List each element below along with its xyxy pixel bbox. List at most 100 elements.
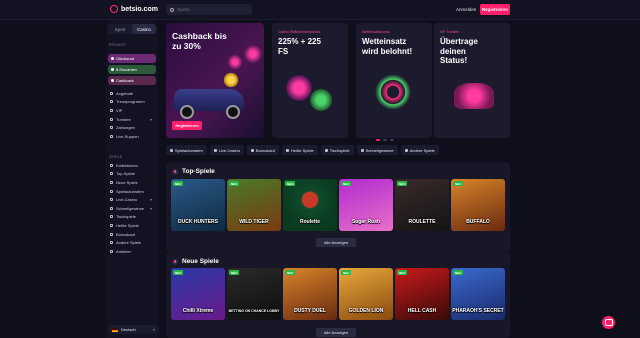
sidebar-section-label: PROMOS <box>109 43 126 47</box>
tab-live-casino[interactable]: Live-Casino <box>209 145 244 155</box>
sidebar-item-payments[interactable]: Zahlungen <box>110 123 158 132</box>
tab-quick-wins[interactable]: Schnellgewinne <box>356 145 398 155</box>
coins-decoration <box>222 73 240 87</box>
fire-icon <box>110 172 113 176</box>
sidebar-item-other-games[interactable]: Andere Spiele <box>110 238 158 247</box>
tab-bonus-buy[interactable]: Bonuskauf <box>246 145 279 155</box>
sidebar-item-hot-games[interactable]: Heiße Spiele <box>110 221 158 230</box>
game-tile[interactable]: NEU BETTING ON CHANCE LOBBY <box>227 268 281 320</box>
lightning-icon <box>110 206 113 210</box>
slot-icon <box>170 148 173 152</box>
sidebar-section-label: SPIELE <box>109 155 123 159</box>
sidebar-menu-top: Angebote Treueprogramm VIP Turniere ▾ Zah… <box>110 89 158 141</box>
game-tile[interactable]: NEU PHARAOH'S SECRET <box>451 268 505 320</box>
promo-title: Übertrage deinen Status! <box>440 37 478 65</box>
sidebar-item-tournaments[interactable]: Turniere ▾ <box>110 115 158 124</box>
game-tile[interactable]: NEU WILD TIGER <box>227 179 281 231</box>
sidebar-item-loyalty[interactable]: Treueprogramm <box>110 98 158 107</box>
sidebar-item-table-games[interactable]: Tischspiele <box>110 213 158 222</box>
palm-decoration <box>242 43 264 65</box>
roulette-wheel-illustration <box>372 71 414 113</box>
new-games-section: Neue Spiele NEU Chilli Xtreme NEU BETTING … <box>166 252 510 338</box>
promo-title: Cashback bis zu 30% <box>172 31 227 51</box>
carousel-dot[interactable] <box>383 139 387 141</box>
search-input[interactable] <box>177 7 247 12</box>
sidebar-item-slots[interactable]: Spielautomaten <box>110 187 158 196</box>
chevron-down-icon: ▾ <box>149 197 152 203</box>
carousel-dot[interactable] <box>390 139 394 141</box>
game-tile[interactable]: NEU BUFFALO <box>451 179 505 231</box>
game-tile[interactable]: NEU HELL CASH <box>395 268 449 320</box>
logo-text: betsio.com <box>121 5 158 13</box>
game-tile[interactable]: NEU Chilli Xtreme <box>171 268 225 320</box>
promo-vip-transfer[interactable]: VIP Transfer Übertrage deinen Status! <box>434 23 510 138</box>
promo-cashback-banner[interactable]: Cashback bis zu 30% Registrieren <box>166 23 264 138</box>
cards-icon <box>324 148 328 152</box>
game-tile[interactable]: NEU ROULETTE <box>395 179 449 231</box>
sidebar-item-new-games[interactable]: Neue Spiele <box>110 178 158 187</box>
wheel-icon <box>111 57 114 60</box>
germany-flag-icon <box>112 327 118 332</box>
tab-slots[interactable]: Spielautomaten <box>166 145 207 155</box>
chevron-down-icon: ▾ <box>149 116 152 122</box>
sidebar-item-offers[interactable]: Angebote <box>110 89 158 98</box>
dice-icon <box>110 241 113 245</box>
tab-other-games[interactable]: Andere Spiele <box>400 145 439 155</box>
headset-icon <box>110 134 113 138</box>
chat-support-button[interactable] <box>602 316 615 329</box>
star-icon <box>110 100 113 104</box>
toggle-casino[interactable]: Casino <box>132 24 156 34</box>
game-tile[interactable]: NEU DUSTY DUEL <box>283 268 337 320</box>
sidebar-item-bonus-buy[interactable]: Bonuskauf <box>110 230 158 239</box>
gift-illustration <box>310 89 332 111</box>
promo-register-button[interactable]: Registrieren <box>172 121 202 130</box>
sport-casino-toggle: Sport Casino <box>108 24 156 34</box>
tab-hot-games[interactable]: Heiße Spiele <box>281 145 318 155</box>
sidebar-pill-cashback[interactable]: Cashback <box>108 76 156 85</box>
new-icon <box>172 258 178 265</box>
sidebar-pill-wheel[interactable]: Glücksrad <box>108 54 156 63</box>
sidebar-item-collections[interactable]: Kollektionen <box>110 161 158 170</box>
mask-illustration <box>454 83 494 109</box>
toggle-sport[interactable]: Sport <box>108 24 132 34</box>
category-tabs: Spielautomaten Live-Casino Bonuskauf Hei… <box>166 145 510 155</box>
flame-icon <box>285 148 289 152</box>
carousel-dots <box>376 139 394 141</box>
show-all-new-games-button[interactable]: Alle Anzeigen <box>316 328 356 337</box>
sidebar-item-live-casino[interactable]: Live-Casino ▾ <box>110 195 158 204</box>
sidebar-item-providers[interactable]: Anbieter <box>110 247 158 256</box>
gift-illustration <box>286 75 312 101</box>
game-grid: NEU DUCK HUNTERS NEU WILD TIGER NEU Roulett… <box>171 179 505 231</box>
promo-tag: VIP Transfer <box>440 30 460 34</box>
sidebar-item-quick-wins[interactable]: Schnellgewinne ▾ <box>110 204 158 213</box>
search-box[interactable] <box>166 4 252 15</box>
game-grid: NEU Chilli Xtreme NEU BETTING ON CHANCE LO… <box>171 268 505 320</box>
sidebar-item-support[interactable]: Live-Support <box>110 132 158 141</box>
login-button[interactable]: Anmelden <box>452 5 480 14</box>
tab-table-games[interactable]: Tischspiele <box>320 145 354 155</box>
show-all-top-games-button[interactable]: Alle Anzeigen <box>316 238 356 247</box>
sidebar-item-vip[interactable]: VIP <box>110 106 158 115</box>
promo-welcome-bonus[interactable]: Casino Willkommensbonus 225% + 225 FS <box>272 23 348 138</box>
language-select[interactable]: Deutsch ▾ <box>109 325 159 334</box>
top-bar: betsio.com Anmelden Registrieren <box>0 0 640 20</box>
slot-icon <box>110 189 113 193</box>
chevron-down-icon: ▾ <box>149 205 152 211</box>
bag-icon <box>250 148 254 152</box>
game-tile[interactable]: NEU GOLDEN LION <box>339 268 393 320</box>
car-illustration <box>174 89 244 119</box>
crown-icon <box>110 108 113 112</box>
logo[interactable]: betsio.com <box>110 5 158 13</box>
coin-icon <box>111 68 114 71</box>
sidebar-pill-deposit[interactable]: $ Einzahlen <box>108 65 156 74</box>
promo-title: 225% + 225 FS <box>278 37 321 56</box>
game-tile[interactable]: NEU Roulette <box>283 179 337 231</box>
promo-tag: Casino Willkommensbonus <box>278 30 321 34</box>
sidebar-item-top-games[interactable]: Top-Spiele <box>110 170 158 179</box>
promo-bet-reward[interactable]: Wetteinsatzbonus Wetteinsatz wird belohn… <box>356 23 432 138</box>
register-button[interactable]: Registrieren <box>480 4 510 15</box>
game-tile[interactable]: NEU DUCK HUNTERS <box>171 179 225 231</box>
carousel-dot[interactable] <box>376 139 380 141</box>
game-tile[interactable]: NEU Sugar Rush <box>339 179 393 231</box>
top-games-section: Top-Spiele NEU DUCK HUNTERS NEU WILD TIGER… <box>166 162 510 252</box>
